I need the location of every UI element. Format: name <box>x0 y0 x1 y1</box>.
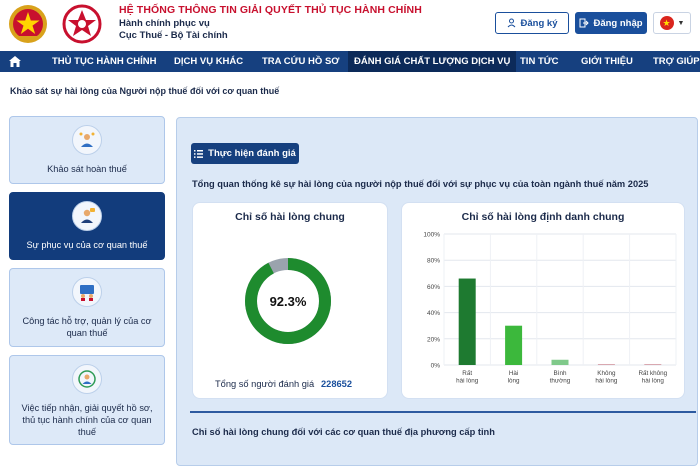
document-processing-icon <box>72 364 102 394</box>
service-officer-icon <box>72 201 102 231</box>
header: HỆ THỐNG THÔNG TIN GIẢI QUYẾT THỦ TỤC HÀ… <box>0 0 700 50</box>
nav-item-help[interactable]: TRỢ GIÚP <box>653 51 700 72</box>
list-icon <box>194 149 204 158</box>
vietnam-flag-icon: ★ <box>659 16 674 30</box>
register-button[interactable]: Đăng ký <box>495 12 569 34</box>
x-tick-label: thường <box>550 378 571 385</box>
total-respondents-label: Tổng số người đánh giá <box>215 379 315 389</box>
y-tick-label: 40% <box>427 310 440 317</box>
y-tick-label: 60% <box>427 284 440 291</box>
home-button[interactable] <box>0 51 30 72</box>
nav-item-other-services[interactable]: DỊCH VỤ KHÁC <box>174 51 243 72</box>
sidebar-item-support-management[interactable]: Công tác hỗ trợ, quản lý của cơ quan thu… <box>9 268 165 347</box>
agency-name: Cục Thuế - Bộ Tài chính <box>119 30 228 41</box>
x-tick-label: Bình <box>554 370 567 377</box>
general-satisfaction-card: Chỉ số hài lòng chung 92.3% Tổng số ngườ… <box>192 202 388 399</box>
sidebar-item-refund-survey[interactable]: Khảo sát hoàn thuế <box>9 116 165 184</box>
nav-item-administrative-procedures[interactable]: THỦ TỤC HÀNH CHÍNH <box>52 51 157 72</box>
bar <box>597 364 615 365</box>
bar-chart: 0%20%40%60%80%100%Rấthài lòngHàilòngBình… <box>423 232 677 385</box>
nav-item-track-dossier[interactable]: TRA CỨU HỒ SƠ <box>262 51 339 72</box>
satisfaction-percent: 92.3% <box>269 293 307 309</box>
x-tick-label: hài lòng <box>456 378 479 385</box>
sidebar-item-tax-service[interactable]: Sự phục vụ của cơ quan thuế <box>9 192 165 260</box>
x-tick-label: Không <box>597 370 616 377</box>
sidebar-item-label: Sự phục vụ của cơ quan thuế <box>26 240 148 250</box>
sidebar-item-label: Việc tiếp nhận, giải quyết hồ sơ, thủ tụ… <box>21 403 153 437</box>
x-tick-label: hài lòng <box>642 378 665 385</box>
sidebar-item-label: Khảo sát hoàn thuế <box>47 164 127 174</box>
y-tick-label: 100% <box>423 232 440 239</box>
overview-title: Tổng quan thống kê sự hài lòng của người… <box>192 179 649 189</box>
tax-department-logo-icon <box>62 4 102 44</box>
general-satisfaction-title: Chỉ số hài lòng chung <box>235 211 345 223</box>
section-divider <box>190 411 696 413</box>
nav-item-about[interactable]: GIỚI THIỆU <box>581 51 633 72</box>
x-tick-label: Rất <box>462 368 472 377</box>
bar <box>505 325 523 365</box>
x-tick-label: hài lòng <box>595 378 618 385</box>
main-navigation: THỦ TỤC HÀNH CHÍNH DỊCH VỤ KHÁC TRA CỨU … <box>0 51 700 72</box>
language-selector[interactable]: ★ ▼ <box>653 12 691 34</box>
register-label: Đăng ký <box>520 17 558 29</box>
sidebar-item-label: Công tác hỗ trợ, quản lý của cơ quan thu… <box>22 316 152 338</box>
nav-item-service-evaluation[interactable]: ĐÁNH GIÁ CHẤT LƯỢNG DỊCH VỤ <box>348 51 517 72</box>
y-tick-label: 20% <box>427 336 440 343</box>
x-tick-label: Rất không <box>638 368 667 377</box>
x-tick-label: Hài <box>509 370 518 377</box>
evaluate-button[interactable]: Thực hiện đánh giá <box>191 143 299 164</box>
provincial-index-title: Chỉ số hài lòng chung đối với các cơ qua… <box>192 427 495 437</box>
chevron-down-icon: ▼ <box>677 19 685 27</box>
home-icon <box>9 56 21 67</box>
evaluate-label: Thực hiện đánh giá <box>208 148 296 159</box>
system-subtitle: Hành chính phục vụ <box>119 18 210 29</box>
page-title: Khảo sát sự hài lòng của Người nộp thuế … <box>10 86 280 96</box>
bar <box>644 364 662 365</box>
nav-item-news[interactable]: TIN TỨC <box>520 51 559 72</box>
y-tick-label: 80% <box>427 258 440 265</box>
support-management-icon <box>72 277 102 307</box>
login-label: Đăng nhập <box>593 17 643 29</box>
system-title: HỆ THỐNG THÔNG TIN GIẢI QUYẾT THỦ TỤC HÀ… <box>119 4 422 16</box>
refund-survey-icon <box>72 125 102 155</box>
y-tick-label: 0% <box>431 363 441 370</box>
bar <box>551 359 569 365</box>
x-tick-label: lòng <box>508 378 520 385</box>
identified-satisfaction-card: Chỉ số hài lòng định danh chung 0% 20% 40%… <box>401 202 685 399</box>
national-emblem-icon <box>9 5 47 43</box>
sidebar-item-document-processing[interactable]: Việc tiếp nhận, giải quyết hồ sơ, thủ tụ… <box>9 355 165 445</box>
bar <box>458 278 476 365</box>
login-button[interactable]: Đăng nhập <box>575 12 647 34</box>
total-respondents-value: 228652 <box>321 379 353 389</box>
user-add-icon <box>507 18 515 28</box>
login-icon <box>579 18 590 28</box>
